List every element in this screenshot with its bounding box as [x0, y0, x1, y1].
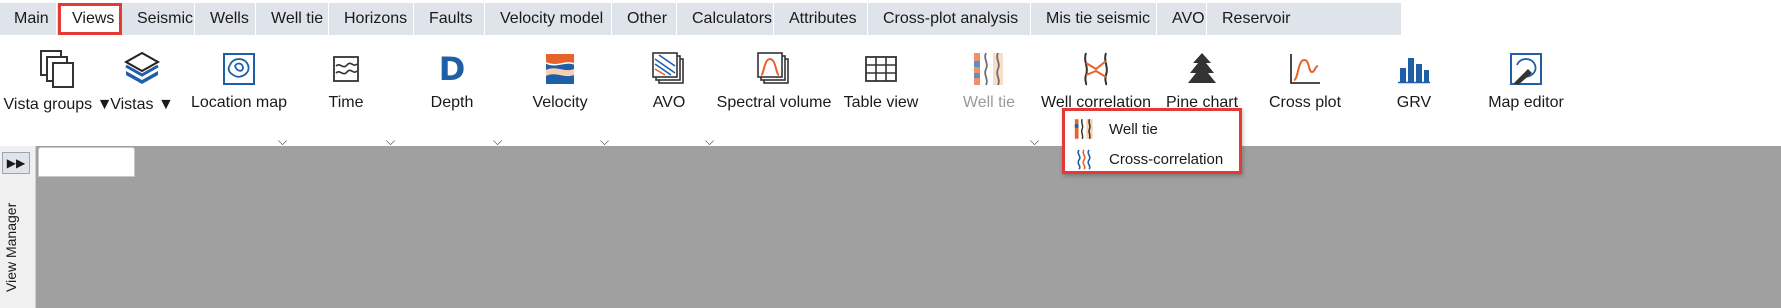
well-tie-label: Well tie [962, 94, 1016, 111]
cross-correlation-icon [1073, 148, 1095, 170]
menu-item-well-tie[interactable]: Well tie [1073, 115, 1158, 143]
map-editor-label: Map editor [1488, 94, 1564, 111]
tab-well-tie[interactable]: Well tie [257, 3, 329, 35]
tab-other[interactable]: Other [613, 3, 677, 35]
view-manager-tab[interactable]: View Manager [3, 203, 19, 292]
vista-groups-icon [35, 46, 81, 92]
map-editor-button[interactable]: Map editor [1488, 38, 1564, 146]
menu-item-label: Cross-correlation [1109, 150, 1224, 168]
velocity-icon [537, 46, 583, 92]
tab-main[interactable]: Main [0, 3, 57, 35]
depth-label: Depth [430, 94, 474, 111]
cross-plot-icon [1282, 46, 1328, 92]
menu-item-cross-correlation[interactable]: Cross-correlation [1073, 145, 1223, 173]
grv-label: GRV [1396, 94, 1432, 111]
location-map-button[interactable]: Location map [191, 38, 287, 146]
ribbon-toolbar: Vista groups ▼ Vistas ▼ Location map ⌵ T… [0, 38, 1781, 148]
time-button[interactable]: Time [326, 38, 366, 146]
well-tie-icon [966, 46, 1012, 92]
table-view-label: Table view [843, 94, 919, 111]
location-map-icon [216, 46, 262, 92]
map-editor-icon [1503, 46, 1549, 92]
tab-velocity-model[interactable]: Velocity model [486, 3, 612, 35]
tab-cross-plot-analysis[interactable]: Cross-plot analysis [869, 3, 1031, 35]
tab-wells[interactable]: Wells [196, 3, 256, 35]
well-tie-button[interactable]: Well tie [962, 38, 1016, 146]
grv-bar-chart-icon [1391, 46, 1437, 92]
depth-button[interactable]: D Depth [430, 38, 474, 146]
tab-avo[interactable]: AVO [1158, 3, 1207, 35]
tab-calculators[interactable]: Calculators [678, 3, 774, 35]
avo-label: AVO [652, 94, 686, 111]
tab-mis-tie-seismic[interactable]: Mis tie seismic [1032, 3, 1157, 35]
expand-panel-button[interactable]: ▶▶ [2, 152, 30, 174]
time-icon [323, 46, 369, 92]
depth-d-icon: D [438, 50, 466, 88]
velocity-label: Velocity [532, 94, 588, 111]
view-canvas[interactable] [36, 146, 1781, 308]
tab-seismic[interactable]: Seismic [123, 3, 195, 35]
grv-button[interactable]: GRV [1392, 38, 1436, 146]
vista-groups-button[interactable]: Vista groups ▼ [3, 38, 113, 146]
spectral-volume-label: Spectral volume [716, 94, 832, 111]
pine-chart-icon [1179, 46, 1225, 92]
table-view-button[interactable]: Table view [843, 38, 919, 146]
vistas-label: Vistas ▼ [110, 96, 174, 113]
tab-views[interactable]: Views [58, 3, 122, 35]
tab-faults[interactable]: Faults [415, 3, 485, 35]
cross-plot-label: Cross plot [1268, 94, 1342, 111]
spectral-volume-button[interactable]: Spectral volume [717, 38, 831, 146]
avo-icon [646, 46, 692, 92]
tab-attributes[interactable]: Attributes [775, 3, 868, 35]
velocity-button[interactable]: Velocity [532, 38, 588, 146]
vistas-button[interactable]: Vistas ▼ [110, 38, 174, 146]
well-tie-dropdown-menu: Well tie Cross-correlation [1062, 108, 1242, 174]
document-tab[interactable] [38, 147, 135, 177]
table-view-icon [858, 46, 904, 92]
tab-horizons[interactable]: Horizons [330, 3, 414, 35]
menu-item-label: Well tie [1109, 120, 1158, 138]
vista-groups-label: Vista groups ▼ [3, 96, 113, 113]
location-map-label: Location map [190, 94, 288, 111]
vistas-layers-icon [119, 46, 165, 92]
well-tie-icon [1073, 118, 1095, 140]
avo-button[interactable]: AVO [648, 38, 690, 146]
spectral-volume-icon [751, 46, 797, 92]
tab-reservoir[interactable]: Reservoir [1208, 3, 1402, 35]
well-correlation-icon [1073, 46, 1119, 92]
cross-plot-button[interactable]: Cross plot [1268, 38, 1342, 146]
time-label: Time [328, 94, 364, 111]
